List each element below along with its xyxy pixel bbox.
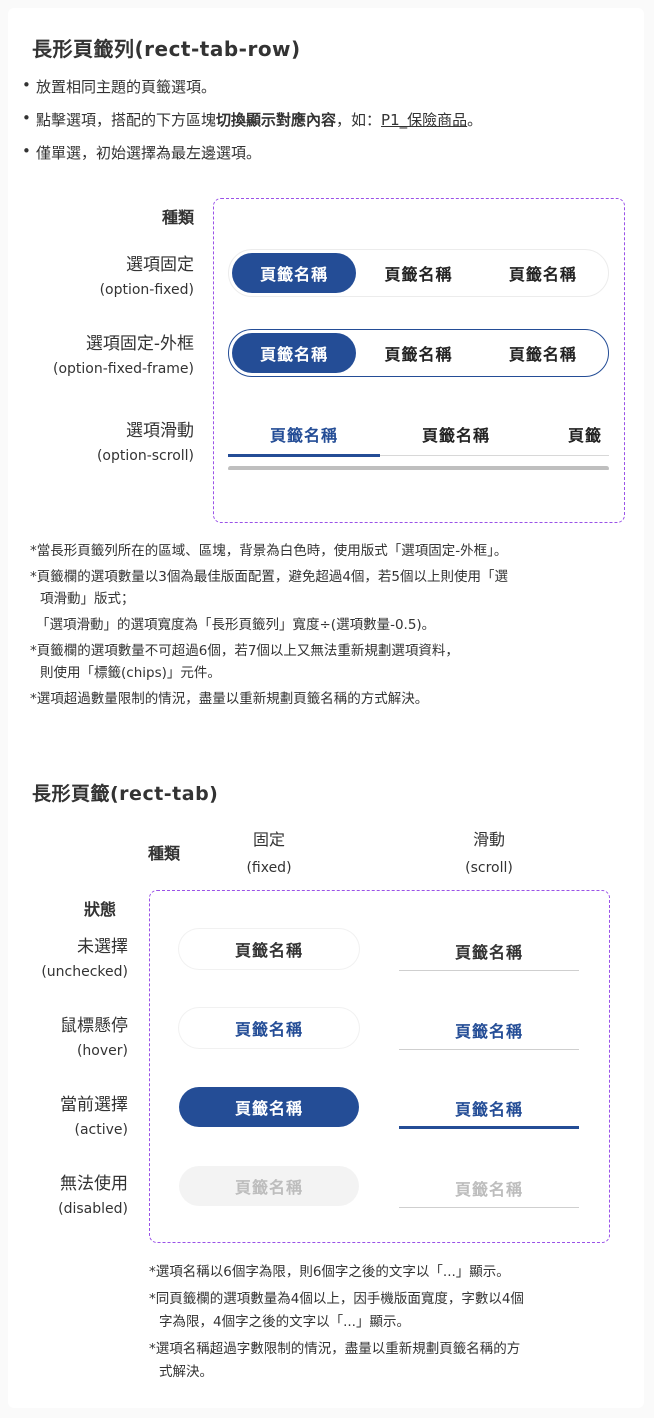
bullet-item: 點擊選項，搭配的下方區塊切換顯示對應內容，如：P1_保險商品。 (22, 109, 482, 130)
row-label-option-scroll: 選項滑動 (option-scroll) (96, 421, 194, 464)
tab-item[interactable]: 頁籤名稱 (356, 333, 480, 373)
note-line: *頁籤欄的選項數量不可超過6個，若7個以上又無法重新規劃選項資料， (30, 643, 459, 659)
note-line: 「選項滑動」的選項寬度為「長形頁籤列」寬度÷(選項數量-0.5)。 (36, 617, 436, 633)
state-label-hover: 鼠標懸停 (hover) (60, 1016, 128, 1059)
bullet-item: 僅單選，初始選擇為最左邊選項。 (22, 142, 261, 163)
state-label-unchecked: 未選擇 (unchecked) (41, 937, 128, 980)
note-line: 則使用「標籤(chips)」元件。 (40, 665, 221, 681)
tab-item[interactable]: 頁籤名稱 (481, 253, 605, 293)
tab-fixed-unchecked[interactable]: 頁籤名稱 (179, 929, 359, 969)
kind-header: 種類 (148, 844, 181, 863)
active-indicator (228, 454, 380, 457)
example-link[interactable]: P1_保險商品 (381, 111, 467, 129)
tab-item[interactable]: 頁籤名稱 (228, 422, 380, 446)
note-line: *選項名稱超過字數限制的情況，盡量以重新規劃頁籤名稱的方 (149, 1341, 521, 1357)
tab-scroll-hover[interactable]: 頁籤名稱 (399, 1010, 579, 1050)
note-line: *同頁籤欄的選項數量為4個以上，因手機版面寬度，字數以4個 (149, 1291, 524, 1307)
bullet-item: 放置相同主題的頁籤選項。 (22, 76, 216, 97)
col-header-scroll: 滑動 (scroll) (465, 830, 513, 876)
tab-scroll-unchecked[interactable]: 頁籤名稱 (399, 931, 579, 971)
tab-fixed-active[interactable]: 頁籤名稱 (179, 1087, 359, 1127)
tab-row-option-scroll: 頁籤名稱 頁籤名稱 頁籤 (228, 410, 609, 470)
tab-item[interactable]: 頁籤名稱 (356, 253, 480, 293)
row-label-option-fixed: 選項固定 (option-fixed) (99, 255, 194, 298)
tab-row-option-fixed-frame: 頁籤名稱 頁籤名稱 頁籤名稱 (228, 329, 609, 377)
state-label-disabled: 無法使用 (disabled) (58, 1174, 128, 1217)
section-title: 長形頁籤(rect-tab) (32, 783, 219, 805)
notes: *當長形頁籤列所在的區域、區塊，背景為白色時，使用版式「選項固定-外框」。 *頁… (30, 540, 640, 710)
tab-fixed-hover[interactable]: 頁籤名稱 (179, 1008, 359, 1048)
scrollbar[interactable] (228, 466, 609, 470)
row-label-option-fixed-frame: 選項固定-外框 (option-fixed-frame) (53, 334, 194, 377)
note-line: 式解決。 (159, 1364, 213, 1380)
note-line: *當長形頁籤列所在的區域、區塊，背景為白色時，使用版式「選項固定-外框」。 (30, 543, 508, 559)
note-line: *頁籤欄的選項數量以3個為最佳版面配置，避免超過4個，若5個以上則使用「選 (30, 569, 509, 585)
note-line: *選項名稱以6個字為限，則6個字之後的文字以「...」顯示。 (149, 1264, 510, 1280)
tab-item[interactable]: 頁籤名稱 (232, 333, 357, 373)
state-label-active: 當前選擇 (active) (60, 1095, 128, 1138)
col-header-fixed: 固定 (fixed) (246, 830, 292, 876)
tab-fixed-disabled: 頁籤名稱 (179, 1166, 359, 1206)
tab-scroll-disabled: 頁籤名稱 (399, 1168, 579, 1208)
note-line: 項滑動」版式； (40, 591, 135, 607)
tab-item[interactable]: 頁籤名稱 (380, 422, 532, 446)
tab-item[interactable]: 頁籤 (532, 422, 609, 446)
kind-header: 種類 (161, 208, 194, 227)
section-title: 長形頁籤列(rect-tab-row) (32, 37, 301, 61)
tab-row-option-fixed: 頁籤名稱 頁籤名稱 頁籤名稱 (228, 249, 609, 297)
notes: *選項名稱以6個字為限，則6個字之後的文字以「...」顯示。 *同頁籤欄的選項數… (149, 1261, 619, 1384)
note-line: 字為限，4個字之後的文字以「...」顯示。 (159, 1314, 410, 1330)
tab-scroll-active[interactable]: 頁籤名稱 (399, 1089, 579, 1129)
note-line: *選項超過數量限制的情況，盡量以重新規劃頁籤名稱的方式解決。 (30, 691, 429, 707)
tab-item[interactable]: 頁籤名稱 (481, 333, 605, 373)
state-header: 狀態 (84, 900, 117, 919)
tab-item[interactable]: 頁籤名稱 (232, 253, 357, 293)
